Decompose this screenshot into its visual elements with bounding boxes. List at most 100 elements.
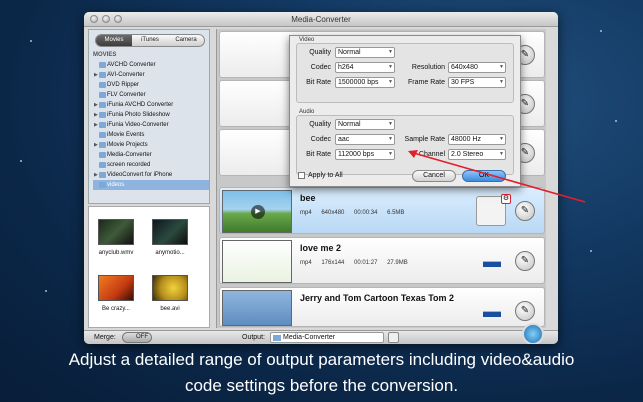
thumbnail-item[interactable]: bee.avi bbox=[151, 275, 189, 312]
bottom-toolbar: Merge: OFF Output: Media-Converter bbox=[84, 323, 558, 344]
video-bitrate-select[interactable]: 1500000 bps ▼ bbox=[335, 77, 395, 88]
bitrate-label: Bit Rate bbox=[306, 79, 331, 86]
movies-section-header: MOVIES bbox=[93, 52, 117, 58]
folder-item[interactable]: ▶ AVI-Converter bbox=[93, 70, 209, 80]
folder-label: iMovie Projects bbox=[107, 142, 148, 148]
thumbnail-label: bee.avi bbox=[160, 306, 180, 312]
codec-label: Codec bbox=[310, 136, 331, 143]
output-folder-select[interactable]: Media-Converter bbox=[270, 332, 384, 343]
tab-camera[interactable]: Camera bbox=[168, 35, 204, 46]
folder-item[interactable]: ▶ iMovie Projects bbox=[93, 140, 209, 150]
list-item[interactable]: love me 2 mp4 176x144 00:01:27 27.9MB ▬ … bbox=[219, 237, 545, 284]
folder-icon bbox=[99, 92, 106, 98]
video-thumbnail bbox=[222, 240, 292, 283]
folder-icon bbox=[99, 162, 106, 168]
folder-item[interactable]: screen recorded bbox=[93, 160, 209, 170]
file-name: love me 2 bbox=[300, 243, 342, 253]
star bbox=[45, 290, 47, 292]
window-title: Media-Converter bbox=[291, 15, 351, 24]
disclosure-triangle-icon[interactable]: ▶ bbox=[94, 140, 98, 150]
folder-item[interactable]: AVCHD Converter bbox=[93, 60, 209, 70]
folder-label: screen recorded bbox=[107, 162, 151, 168]
resolution-label: 640x480 bbox=[321, 210, 345, 216]
minimize-window-button[interactable] bbox=[102, 15, 110, 23]
video-codec-select[interactable]: h264 ▼ bbox=[335, 62, 395, 73]
video-thumbnail bbox=[152, 275, 188, 301]
folder-label: videos bbox=[107, 182, 125, 188]
duration-label: 00:00:34 bbox=[354, 210, 378, 216]
folder-label: iFunia Photo Slideshow bbox=[107, 112, 170, 118]
video-thumbnail bbox=[98, 275, 134, 301]
apply-to-all-option[interactable]: Apply to All bbox=[298, 172, 343, 179]
quality-label: Quality bbox=[309, 49, 331, 56]
folder-icon bbox=[99, 72, 106, 78]
disclosure-triangle-icon[interactable]: ▶ bbox=[94, 170, 98, 180]
annotation-arrow bbox=[408, 150, 586, 203]
edit-settings-button[interactable]: ✎ bbox=[515, 251, 535, 271]
browse-folder-button[interactable] bbox=[388, 332, 399, 343]
format-label: mp4 bbox=[300, 210, 312, 216]
folder-item[interactable]: Media-Converter bbox=[93, 150, 209, 160]
window-controls bbox=[90, 15, 122, 23]
disclosure-triangle-icon[interactable]: ▶ bbox=[94, 70, 98, 80]
folder-item[interactable]: ▶ iFunia AVCHD Converter bbox=[93, 100, 209, 110]
chevron-down-icon: ▼ bbox=[388, 121, 393, 127]
folder-item-selected[interactable]: videos bbox=[93, 180, 209, 190]
thumbnail-item[interactable]: anymotio... bbox=[151, 219, 189, 256]
folder-icon bbox=[99, 182, 106, 188]
convert-button[interactable] bbox=[522, 323, 544, 344]
thumbnail-item[interactable]: anyclub.wmv bbox=[97, 219, 135, 256]
thumbnail-label: Be crazy... bbox=[102, 306, 130, 312]
file-meta: mp4 176x144 00:01:27 27.9MB bbox=[300, 260, 416, 266]
codec-label: Codec bbox=[310, 64, 331, 71]
folder-item[interactable]: ▶ iFunia Video-Converter bbox=[93, 120, 209, 130]
list-item[interactable]: Jerry and Tom Cartoon Texas Tom 2 ▬ ✎ bbox=[219, 287, 545, 327]
video-thumbnail bbox=[98, 219, 134, 245]
folder-icon bbox=[99, 152, 106, 158]
disclosure-triangle-icon[interactable]: ▶ bbox=[94, 100, 98, 110]
tab-itunes[interactable]: iTunes bbox=[132, 35, 168, 46]
apply-to-all-checkbox[interactable] bbox=[298, 172, 305, 179]
folder-item[interactable]: FLV Converter bbox=[93, 90, 209, 100]
thumbnail-label: anyclub.wmv bbox=[98, 250, 134, 256]
video-framerate-select[interactable]: 30 FPS ▼ bbox=[448, 77, 506, 88]
play-icon[interactable]: ▶ bbox=[251, 205, 265, 219]
merge-label: Merge: bbox=[94, 334, 116, 341]
folder-label: Media-Converter bbox=[107, 152, 152, 158]
video-quality-select[interactable]: Normal ▼ bbox=[335, 47, 395, 58]
folder-icon bbox=[99, 132, 106, 138]
folder-item[interactable]: ▶ iFunia Photo Slideshow bbox=[93, 110, 209, 120]
video-thumbnail bbox=[152, 219, 188, 245]
psp-device-icon[interactable]: ▬ bbox=[482, 297, 502, 325]
disclosure-triangle-icon[interactable]: ▶ bbox=[94, 120, 98, 130]
edit-settings-button[interactable]: ✎ bbox=[515, 301, 535, 321]
video-thumbnail bbox=[222, 290, 292, 326]
audio-quality-select[interactable]: Normal ▼ bbox=[335, 119, 395, 130]
framerate-label: Frame Rate bbox=[408, 79, 445, 86]
folder-item[interactable]: DVD Ripper bbox=[93, 80, 209, 90]
disclosure-triangle-icon[interactable]: ▶ bbox=[94, 110, 98, 120]
folder-label: iMovie Events bbox=[107, 132, 145, 138]
folder-label: AVI-Converter bbox=[107, 72, 145, 78]
output-label: Output: bbox=[242, 334, 265, 341]
audio-group-header: Audio bbox=[299, 109, 315, 115]
folder-label: iFunia AVCHD Converter bbox=[107, 102, 174, 108]
star bbox=[30, 40, 32, 42]
folder-item[interactable]: ▶ VideoConvert for iPhone bbox=[93, 170, 209, 180]
tab-movies[interactable]: Movies bbox=[96, 35, 132, 46]
folder-item[interactable]: iMovie Events bbox=[93, 130, 209, 140]
close-window-button[interactable] bbox=[90, 15, 98, 23]
psp-device-icon[interactable]: ▬ bbox=[482, 247, 502, 275]
thumbnail-item[interactable]: Be crazy... bbox=[97, 275, 135, 312]
merge-toggle[interactable]: OFF bbox=[122, 332, 152, 343]
folder-icon bbox=[99, 82, 106, 88]
resolution-label: 176x144 bbox=[321, 260, 345, 266]
folder-label: DVD Ripper bbox=[107, 82, 140, 88]
bitrate-label: Bit Rate bbox=[306, 151, 331, 158]
zoom-window-button[interactable] bbox=[114, 15, 122, 23]
chevron-down-icon: ▼ bbox=[499, 79, 504, 85]
video-thumbnail: ▶ bbox=[222, 190, 292, 233]
apply-to-all-label: Apply to All bbox=[308, 172, 343, 179]
chevron-down-icon: ▼ bbox=[499, 64, 504, 70]
video-resolution-select[interactable]: 640x480 ▼ bbox=[448, 62, 506, 73]
